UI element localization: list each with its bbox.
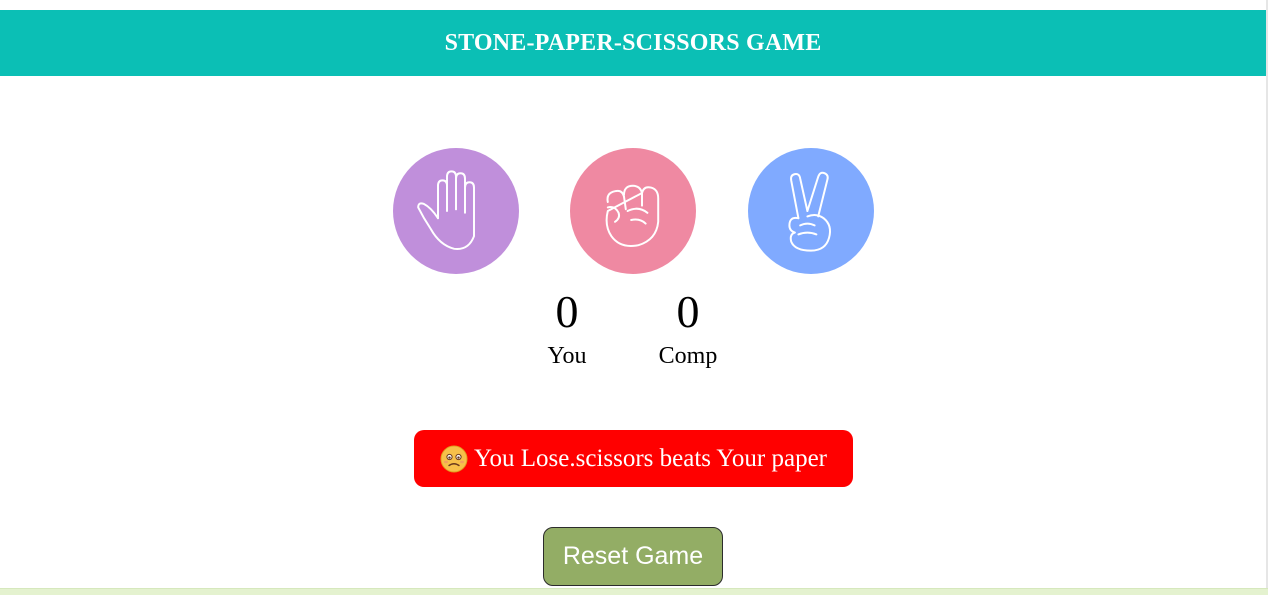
- comp-score: 0 Comp: [638, 283, 738, 371]
- reset-game-button[interactable]: Reset Game: [543, 527, 723, 586]
- choice-scissors-button[interactable]: [748, 148, 874, 274]
- choice-stone-button[interactable]: [570, 148, 696, 274]
- user-score: 0 You: [527, 283, 607, 371]
- result-message: You Lose.scissors beats Your paper: [414, 430, 853, 487]
- page-title: STONE-PAPER-SCISSORS GAME: [444, 29, 822, 56]
- result-message-text: You Lose.scissors beats Your paper: [473, 444, 827, 472]
- paper-hand-icon: [417, 170, 475, 250]
- scissors-hand-icon: [788, 171, 832, 252]
- choice-paper-button[interactable]: [393, 148, 519, 274]
- taskbar-edge: [0, 588, 1268, 595]
- comp-score-value: 0: [676, 286, 700, 337]
- sad-face-icon: [440, 445, 468, 472]
- fist-icon: [605, 184, 660, 247]
- game-page: STONE-PAPER-SCISSORS GAME 0 You 0 Comp Y…: [0, 0, 1268, 595]
- user-score-value: 0: [555, 286, 579, 337]
- comp-score-label: Comp: [658, 343, 718, 369]
- user-score-label: You: [547, 343, 587, 369]
- header-bar: STONE-PAPER-SCISSORS GAME: [0, 10, 1266, 76]
